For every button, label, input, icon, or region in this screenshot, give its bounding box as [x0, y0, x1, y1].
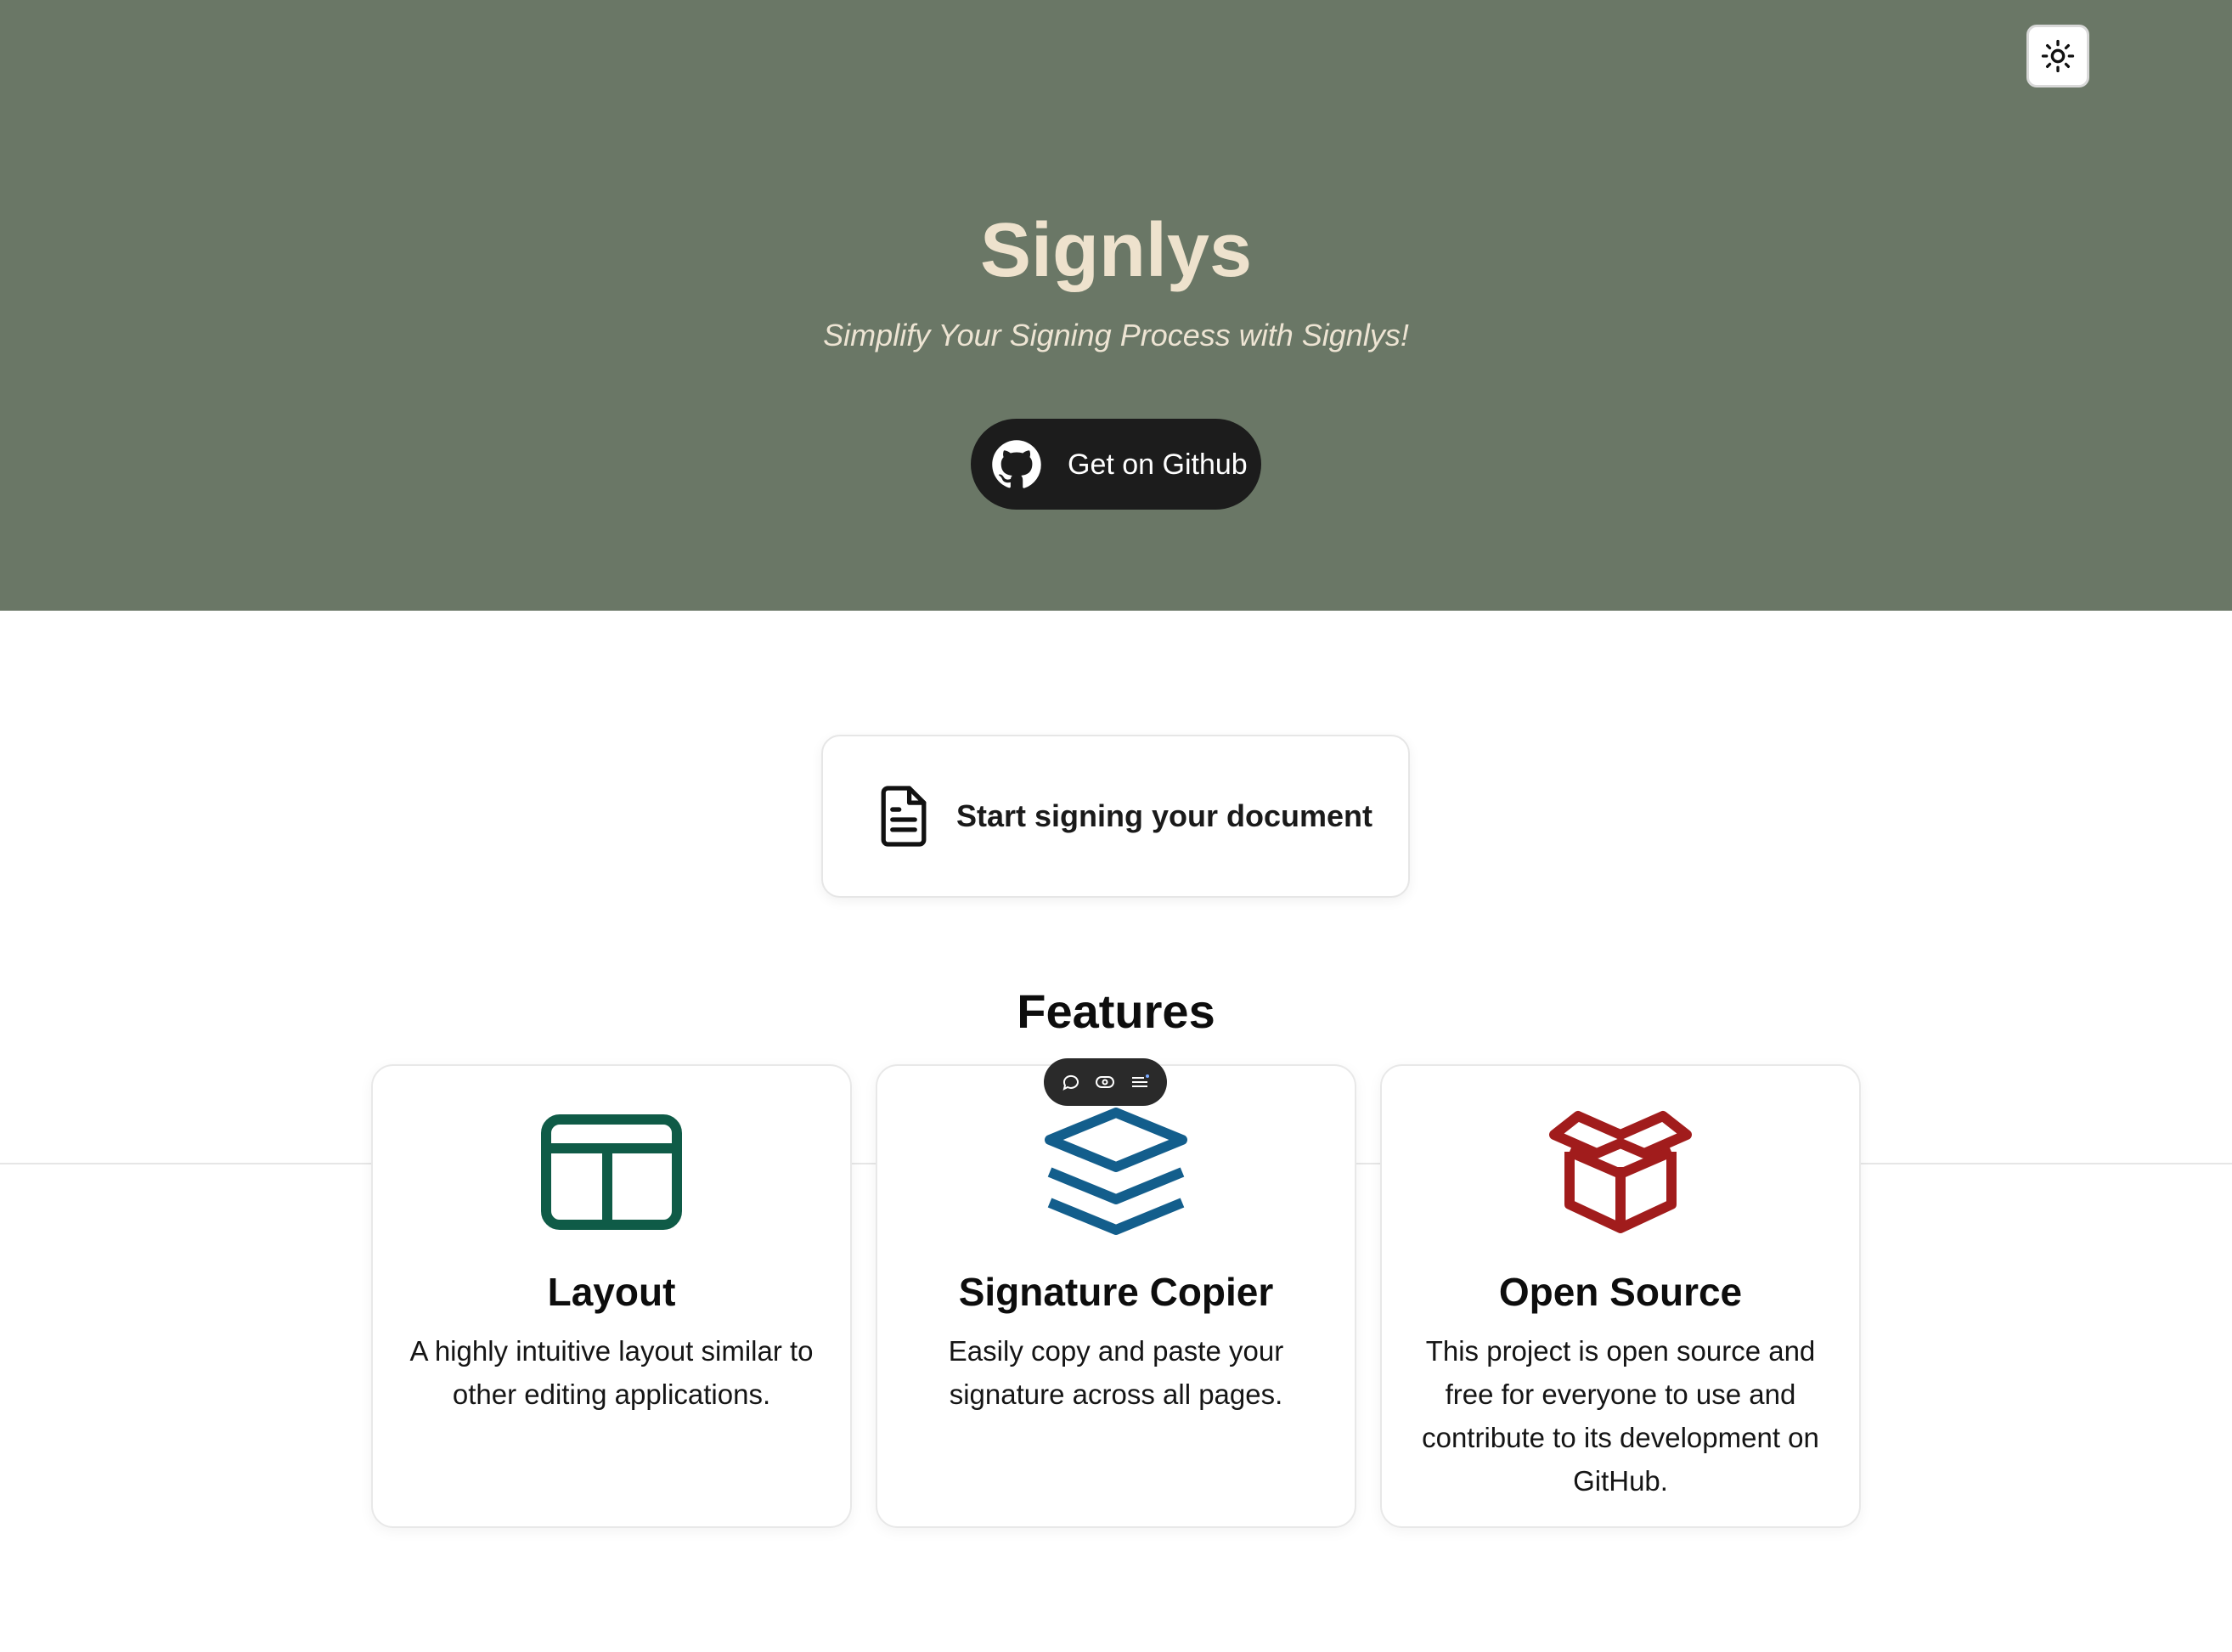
eye-icon[interactable] [1092, 1069, 1118, 1095]
feature-card-open-source: Open Source This project is open source … [1380, 1064, 1861, 1528]
feature-description: A highly intuitive layout similar to oth… [409, 1335, 814, 1410]
theme-toggle-button[interactable] [2026, 25, 2089, 87]
document-icon [876, 785, 931, 848]
floating-toolbar [1044, 1058, 1167, 1106]
hero-subtitle: Simplify Your Signing Process with Signl… [823, 318, 1409, 352]
layout-icon [537, 1100, 686, 1244]
feature-title: Signature Copier [958, 1270, 1274, 1314]
stack-layers-icon [1041, 1100, 1191, 1244]
sun-icon [2041, 39, 2075, 73]
feature-description: This project is open source and free for… [1422, 1335, 1819, 1497]
feature-title: Layout [547, 1270, 676, 1314]
github-icon [991, 439, 1042, 490]
open-box-icon [1546, 1100, 1695, 1244]
list-icon[interactable] [1127, 1069, 1153, 1095]
get-on-github-button[interactable]: Get on Github [971, 419, 1261, 510]
github-button-label: Get on Github [1068, 448, 1248, 481]
features-heading: Features [1017, 984, 1215, 1038]
feature-title: Open Source [1498, 1270, 1743, 1314]
feature-card-signature-copier: Signature Copier Easily copy and paste y… [876, 1064, 1356, 1528]
hero-title: Signlys [979, 208, 1253, 293]
feature-card-layout: Layout A highly intuitive layout similar… [371, 1064, 852, 1528]
start-signing-card[interactable]: Start signing your document [821, 735, 1410, 898]
start-signing-label: Start signing your document [956, 798, 1373, 833]
feature-description: Easily copy and paste your signature acr… [948, 1335, 1284, 1410]
comment-icon[interactable] [1058, 1069, 1084, 1095]
hero-section: Signlys Simplify Your Signing Process wi… [0, 0, 2232, 611]
